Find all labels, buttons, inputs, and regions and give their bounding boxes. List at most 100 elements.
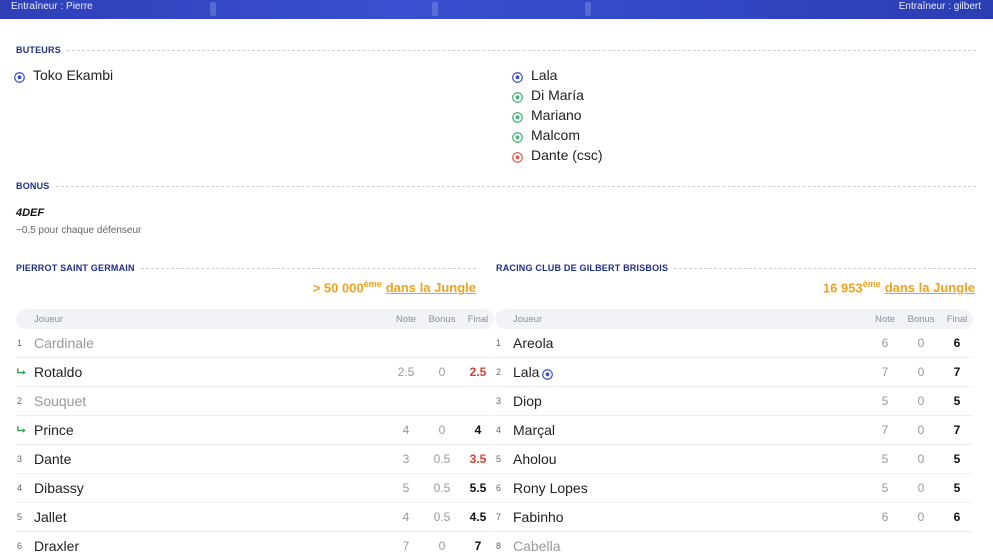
player-note: 5 — [881, 452, 889, 466]
player-name-cell: Rony Lopes — [513, 480, 869, 496]
ball-blue-icon — [14, 70, 25, 83]
player-name: Diop — [513, 393, 542, 409]
away-coach-label: Entraîneur : gilbert — [898, 1, 981, 12]
player-final: 3.5 — [469, 452, 487, 466]
table-row[interactable]: 7 Fabinho 6 0 6 — [495, 503, 973, 532]
table-row[interactable]: 6 Rony Lopes 5 0 5 — [495, 474, 973, 503]
player-number: 7 — [496, 512, 502, 522]
home-jungle-link[interactable]: dans la Jungle — [386, 280, 476, 295]
player-name: Areola — [513, 335, 554, 351]
table-row[interactable]: 4 Dibassy 5 0.5 5.5 — [16, 474, 494, 503]
home-ranking-position: > 50 000 — [312, 280, 364, 296]
table-row[interactable]: 3 Dante 3 0.5 3.5 — [16, 445, 494, 474]
player-name: Souquet — [34, 393, 87, 409]
player-note: 5 — [881, 394, 889, 408]
player-bonus: 0 — [917, 452, 925, 466]
table-row[interactable]: Rotaldo 2.5 0 2.5 — [16, 358, 494, 387]
player-note: 7 — [881, 423, 889, 437]
scorer-name: Dante (csc) — [531, 147, 603, 163]
col-note-header: Note — [395, 313, 417, 325]
home-table-header: Joueur Note Bonus Final — [16, 309, 494, 329]
player-final: 4 — [474, 423, 482, 437]
col-player-header: Joueur — [34, 313, 64, 325]
away-table-header: Joueur Note Bonus Final — [495, 309, 973, 329]
player-number: 2 — [496, 367, 502, 377]
scorer-name: Malcom — [531, 127, 581, 143]
away-ranking: 16 953ème dans la Jungle — [823, 279, 975, 295]
scorer-name: Lala — [531, 67, 558, 83]
ball-blue-icon — [512, 70, 523, 83]
scorer-name: Di María — [531, 87, 584, 103]
player-bonus: 0.5 — [433, 452, 451, 466]
scorer-item: Toko Ekambi — [14, 65, 113, 85]
player-name: Dante — [34, 451, 72, 467]
scorer-item: Lala — [512, 65, 557, 85]
col-bonus-header: Bonus — [907, 313, 935, 325]
player-bonus: 0 — [438, 365, 446, 379]
ball-green-icon — [512, 90, 523, 103]
player-note: 7 — [881, 365, 889, 379]
table-row[interactable]: 1 Cardinale — [16, 329, 494, 358]
table-row[interactable]: 3 Diop 5 0 5 — [495, 387, 973, 416]
scorer-name: Mariano — [531, 107, 582, 123]
player-name: Cardinale — [34, 335, 94, 351]
player-name: Rony Lopes — [513, 480, 588, 496]
player-name-cell: Dibassy — [34, 480, 390, 496]
player-note: 5 — [402, 481, 410, 495]
player-number: 8 — [496, 541, 502, 551]
player-name: Jallet — [34, 509, 67, 525]
table-row[interactable]: 8 Cabella — [495, 532, 973, 559]
player-bonus: 0.5 — [433, 510, 451, 524]
player-bonus: 0.5 — [433, 481, 451, 495]
player-note: 4 — [402, 423, 410, 437]
player-bonus: 0 — [917, 423, 925, 437]
table-row[interactable]: 5 Jallet 4 0.5 4.5 — [16, 503, 494, 532]
ball-blue-icon — [542, 367, 554, 380]
col-final-header: Final — [946, 313, 968, 325]
player-name: Marçal — [513, 422, 556, 438]
player-name-cell: Souquet — [34, 393, 390, 409]
player-name: Fabinho — [513, 509, 564, 525]
table-row[interactable]: 5 Aholou 5 0 5 — [495, 445, 973, 474]
substitution-icon — [16, 425, 34, 436]
player-name: Aholou — [513, 451, 557, 467]
player-name-cell: Lala — [513, 364, 869, 380]
bonus-name: 4DEF — [16, 207, 45, 219]
player-bonus: 0 — [917, 481, 925, 495]
scorer-item: Mariano — [512, 105, 582, 125]
bonus-description: −0.5 pour chaque défenseur — [16, 225, 142, 236]
player-number: 1 — [17, 338, 23, 348]
player-silhouette-icon — [432, 2, 438, 16]
table-row[interactable]: 1 Areola 6 0 6 — [495, 329, 973, 358]
player-final: 4.5 — [469, 510, 487, 524]
player-bonus: 0 — [917, 336, 925, 350]
match-banner: Entraîneur : Pierre Entraîneur : gilbert — [0, 0, 993, 19]
player-final: 5 — [953, 481, 961, 495]
player-final: 6 — [953, 336, 961, 350]
player-bonus: 0 — [917, 510, 925, 524]
player-bonus: 0 — [917, 365, 925, 379]
table-row[interactable]: 2 Souquet — [16, 387, 494, 416]
away-jungle-link[interactable]: dans la Jungle — [885, 280, 975, 295]
away-ranking-suffix: ème — [862, 279, 881, 289]
away-players-table: Joueur Note Bonus Final 1 Areola 6 0 6 2 Lala 7… — [495, 309, 973, 559]
table-row[interactable]: Prince 4 0 4 — [16, 416, 494, 445]
player-name-cell: Diop — [513, 393, 869, 409]
player-note: 5 — [881, 481, 889, 495]
home-coach-label: Entraîneur : Pierre — [11, 1, 93, 12]
player-name-cell: Marçal — [513, 422, 869, 438]
player-note: 7 — [402, 539, 410, 553]
table-row[interactable]: 6 Draxler 7 0 7 — [16, 532, 494, 559]
player-name-cell: Rotaldo — [34, 364, 390, 380]
player-note: 2.5 — [397, 365, 415, 379]
table-row[interactable]: 4 Marçal 7 0 7 — [495, 416, 973, 445]
player-number: 5 — [496, 454, 502, 464]
player-final: 5 — [953, 394, 961, 408]
table-row[interactable]: 2 Lala 7 0 7 — [495, 358, 973, 387]
player-number: 3 — [17, 454, 23, 464]
player-number: 4 — [496, 425, 502, 435]
player-number: 4 — [17, 483, 23, 493]
col-player-header: Joueur — [513, 313, 543, 325]
player-silhouette-icon — [210, 2, 216, 16]
substitution-icon — [16, 367, 34, 378]
